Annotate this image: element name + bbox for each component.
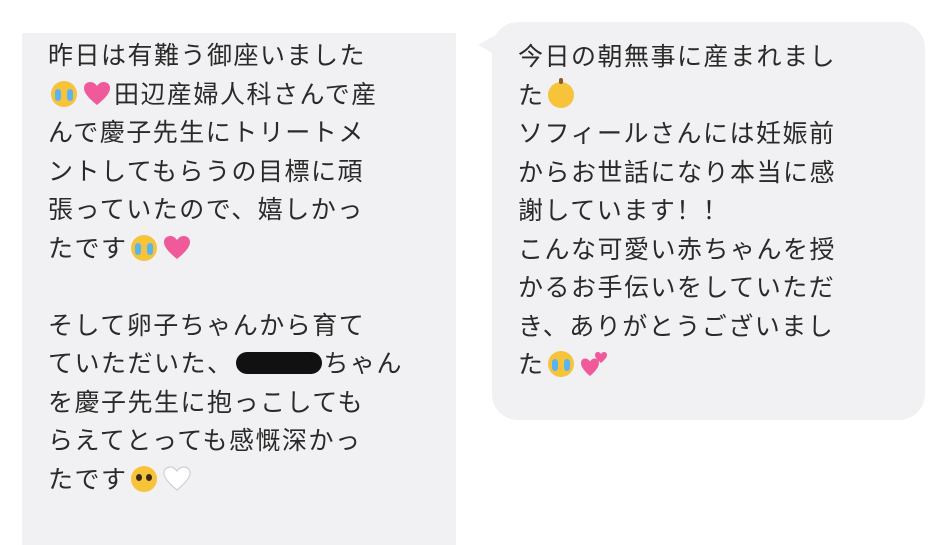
message-line: んで慶子先生にトリートメ [48,118,365,147]
message-line: ソフィールさんには妊娠前 [518,119,836,148]
message-line: たです [48,461,448,500]
received-message-bubble-right[interactable]: 今日の朝無事に産まれまし た ソフィールさんには妊娠前 からお世話になり本当に感… [492,22,925,420]
message-line: たです [48,230,448,269]
message-line: き、ありがとうございまし [518,311,835,341]
message-line: ントしてもらうの目標に頑 [48,156,365,186]
message-text-fragment: ていただいた、 [48,349,234,378]
message-line: を慶子先生に抱っこしても [48,387,365,417]
loudly-crying-face-icon [547,351,574,377]
message-text-right: 今日の朝無事に産まれまし た ソフィールさんには妊娠前 からお世話になり本当に感… [518,38,913,385]
message-text-fragment: たです [48,233,128,263]
message-line: た [518,77,913,116]
loudly-crying-face-icon [51,80,77,107]
message-line: 張っていたので、嬉しかっ [48,195,364,224]
message-line: 謝しています！！ [518,196,730,225]
message-line: 昨日は有難う御座いました [48,41,367,70]
message-line: 田辺産婦人科さんで産 [48,76,448,115]
message-text-fragment: たです [48,464,128,494]
message-line: こんな可愛い赤ちゃんを授 [518,234,837,264]
message-line: 今日の朝無事に産まれまし [518,42,837,71]
message-line: ていただいた、 ちゃん [48,345,448,384]
message-text-fragment: ちゃん [323,349,404,378]
message-line: そして卵子ちゃんから育て [48,310,366,340]
baby-face-icon [547,77,574,108]
loudly-crying-face-icon [130,234,157,261]
message-line: らえてとっても感慨深かっ [48,426,362,455]
two-hearts-icon [580,350,608,376]
white-heart-icon [162,465,191,491]
message-text-fragment: た [518,80,545,110]
message-line: た [518,346,913,385]
message-line: からお世話になり本当に感 [518,157,837,187]
message-text-fragment: た [518,350,545,379]
message-text-left: 昨日は有難う御座いました 田辺産婦人科さんで産 んで慶子先生にトリートメ ントし… [48,37,448,499]
redacted-name [235,352,322,374]
message-text-fragment: 田辺産婦人科さんで産 [114,79,378,109]
growing-heart-icon [83,80,111,106]
growing-heart-icon [163,234,191,260]
pleading-face-icon [130,465,157,492]
message-line: かるお手伝いをしていただ [518,273,836,302]
received-message-bubble-left[interactable]: 昨日は有難う御座いました 田辺産婦人科さんで産 んで慶子先生にトリートメ ントし… [22,33,456,545]
